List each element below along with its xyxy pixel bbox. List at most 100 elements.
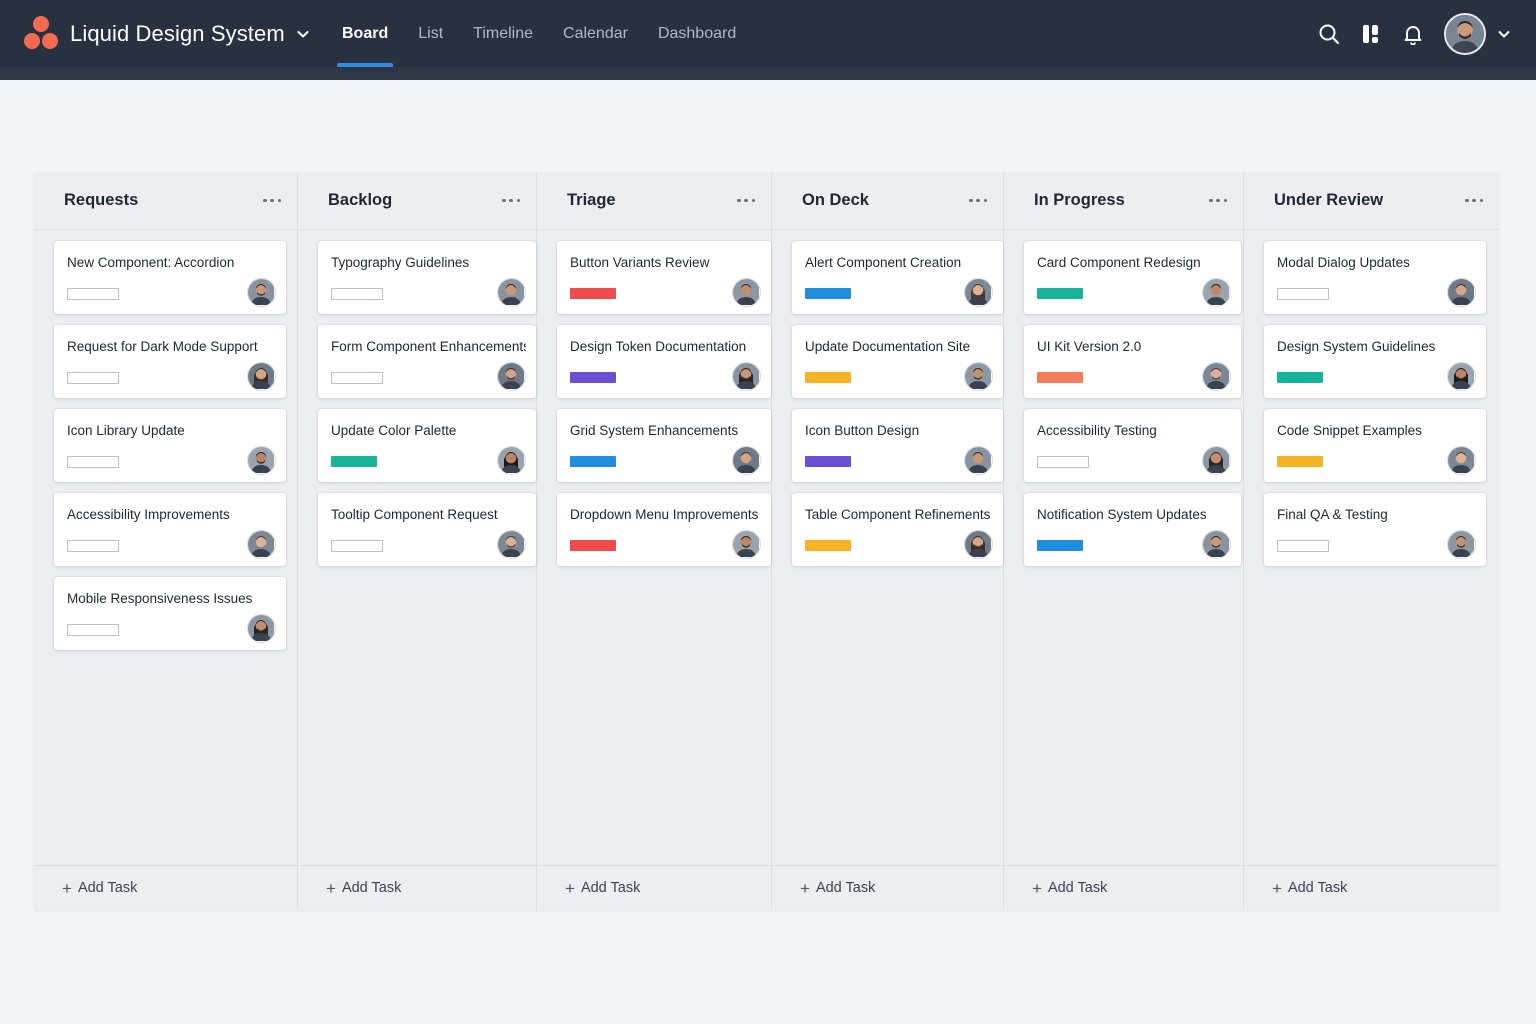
task-tag-empty bbox=[331, 288, 383, 300]
assignee-avatar[interactable] bbox=[497, 362, 526, 391]
search-icon[interactable] bbox=[1318, 23, 1340, 45]
add-task-button[interactable]: + Add Task bbox=[537, 865, 771, 910]
assignee-avatar[interactable] bbox=[964, 278, 993, 307]
task-card[interactable]: Update Color Palette bbox=[318, 409, 536, 482]
assignee-avatar[interactable] bbox=[497, 446, 526, 475]
assignee-avatar[interactable] bbox=[1447, 362, 1476, 391]
assignee-avatar[interactable] bbox=[247, 446, 276, 475]
assignee-avatar[interactable] bbox=[1202, 278, 1231, 307]
assignee-avatar[interactable] bbox=[964, 362, 993, 391]
more-horizontal-icon[interactable] bbox=[263, 198, 281, 204]
task-tag-empty bbox=[331, 372, 383, 384]
top-navigation-bar: Liquid Design System Board List Timeline… bbox=[0, 0, 1536, 80]
task-tag-empty bbox=[67, 456, 119, 468]
more-horizontal-icon[interactable] bbox=[502, 198, 520, 204]
assignee-avatar[interactable] bbox=[247, 614, 276, 643]
task-card[interactable]: Dropdown Menu Improvements bbox=[557, 493, 771, 566]
column-header: On Deck bbox=[772, 172, 1003, 230]
top-actions bbox=[1298, 0, 1512, 67]
assignee-avatar[interactable] bbox=[732, 446, 761, 475]
tab-timeline[interactable]: Timeline bbox=[458, 0, 548, 67]
task-card[interactable]: Accessibility Testing bbox=[1024, 409, 1241, 482]
task-card[interactable]: Modal Dialog Updates bbox=[1264, 241, 1486, 314]
card-list: Card Component Redesign UI Kit Version 2… bbox=[1004, 230, 1243, 566]
assignee-avatar[interactable] bbox=[497, 278, 526, 307]
task-tag bbox=[805, 372, 851, 383]
chevron-down-icon[interactable] bbox=[1496, 26, 1512, 42]
tab-dashboard[interactable]: Dashboard bbox=[643, 0, 751, 67]
assignee-avatar[interactable] bbox=[1447, 278, 1476, 307]
plus-icon: + bbox=[62, 878, 72, 898]
task-card[interactable]: Design System Guidelines bbox=[1264, 325, 1486, 398]
add-task-button[interactable]: + Add Task bbox=[1244, 865, 1499, 910]
assignee-avatar[interactable] bbox=[732, 362, 761, 391]
task-card[interactable]: UI Kit Version 2.0 bbox=[1024, 325, 1241, 398]
user-avatar[interactable] bbox=[1444, 12, 1486, 55]
task-tag bbox=[1277, 456, 1323, 467]
view-tabs: Board List Timeline Calendar Dashboard bbox=[327, 0, 751, 67]
add-task-button[interactable]: + Add Task bbox=[772, 865, 1003, 910]
task-card[interactable]: Table Component Refinements bbox=[792, 493, 1003, 566]
assignee-avatar[interactable] bbox=[964, 446, 993, 475]
task-card[interactable]: Notification System Updates bbox=[1024, 493, 1241, 566]
task-title: Update Color Palette bbox=[331, 423, 457, 438]
tab-list[interactable]: List bbox=[403, 0, 458, 67]
task-card[interactable]: Alert Component Creation bbox=[792, 241, 1003, 314]
task-card[interactable]: Final QA & Testing bbox=[1264, 493, 1486, 566]
task-card[interactable]: Button Variants Review bbox=[557, 241, 771, 314]
assignee-avatar[interactable] bbox=[1447, 530, 1476, 559]
task-card[interactable]: Update Documentation Site bbox=[792, 325, 1003, 398]
assignee-avatar[interactable] bbox=[497, 530, 526, 559]
task-title: Grid System Enhancements bbox=[570, 423, 739, 438]
task-card[interactable]: Grid System Enhancements bbox=[557, 409, 771, 482]
task-title: Accessibility Improvements bbox=[67, 507, 230, 522]
add-task-label: Add Task bbox=[77, 880, 138, 896]
task-title: Mobile Responsiveness Issues bbox=[67, 591, 253, 606]
assignee-avatar[interactable] bbox=[1202, 446, 1231, 475]
assignee-avatar[interactable] bbox=[1202, 362, 1231, 391]
more-horizontal-icon[interactable] bbox=[1465, 198, 1483, 204]
assignee-avatar[interactable] bbox=[1202, 530, 1231, 559]
task-title: Button Variants Review bbox=[570, 255, 710, 270]
assignee-avatar[interactable] bbox=[732, 530, 761, 559]
card-list: New Component: Accordion Request for Dar… bbox=[34, 230, 297, 650]
task-card[interactable]: Request for Dark Mode Support bbox=[54, 325, 286, 398]
add-task-label: Add Task bbox=[1047, 880, 1108, 896]
column-title: Requests bbox=[64, 191, 139, 209]
assignee-avatar[interactable] bbox=[247, 530, 276, 559]
task-card[interactable]: Accessibility Improvements bbox=[54, 493, 286, 566]
more-horizontal-icon[interactable] bbox=[969, 198, 987, 204]
workspace-switcher[interactable]: Liquid Design System bbox=[22, 0, 311, 67]
task-card[interactable]: New Component: Accordion bbox=[54, 241, 286, 314]
assignee-avatar[interactable] bbox=[964, 530, 993, 559]
tab-board[interactable]: Board bbox=[327, 0, 403, 67]
assignee-avatar[interactable] bbox=[732, 278, 761, 307]
task-card[interactable]: Form Component Enhancements bbox=[318, 325, 536, 398]
assignee-avatar[interactable] bbox=[247, 362, 276, 391]
bell-icon[interactable] bbox=[1402, 23, 1424, 45]
plus-icon: + bbox=[326, 878, 336, 898]
add-task-button[interactable]: + Add Task bbox=[298, 865, 536, 910]
task-card[interactable]: Icon Library Update bbox=[54, 409, 286, 482]
tab-calendar[interactable]: Calendar bbox=[548, 0, 643, 67]
task-title: Typography Guidelines bbox=[331, 255, 470, 270]
assignee-avatar[interactable] bbox=[247, 278, 276, 307]
more-horizontal-icon[interactable] bbox=[1209, 198, 1227, 204]
task-title: Notification System Updates bbox=[1037, 507, 1207, 522]
add-task-button[interactable]: + Add Task bbox=[1004, 865, 1243, 910]
more-horizontal-icon[interactable] bbox=[737, 198, 755, 204]
task-card[interactable]: Card Component Redesign bbox=[1024, 241, 1241, 314]
task-tag-empty bbox=[67, 288, 119, 300]
assignee-avatar[interactable] bbox=[1447, 446, 1476, 475]
apps-icon[interactable] bbox=[1360, 23, 1382, 45]
task-card[interactable]: Design Token Documentation bbox=[557, 325, 771, 398]
kanban-board: Requests New Component: Accordion Reques… bbox=[34, 172, 1499, 910]
task-card[interactable]: Typography Guidelines bbox=[318, 241, 536, 314]
add-task-button[interactable]: + Add Task bbox=[34, 865, 297, 910]
task-card[interactable]: Mobile Responsiveness Issues bbox=[54, 577, 286, 650]
task-card[interactable]: Tooltip Component Request bbox=[318, 493, 536, 566]
task-card[interactable]: Code Snippet Examples bbox=[1264, 409, 1486, 482]
task-title: UI Kit Version 2.0 bbox=[1037, 339, 1142, 354]
add-task-label: Add Task bbox=[815, 880, 876, 896]
task-card[interactable]: Icon Button Design bbox=[792, 409, 1003, 482]
